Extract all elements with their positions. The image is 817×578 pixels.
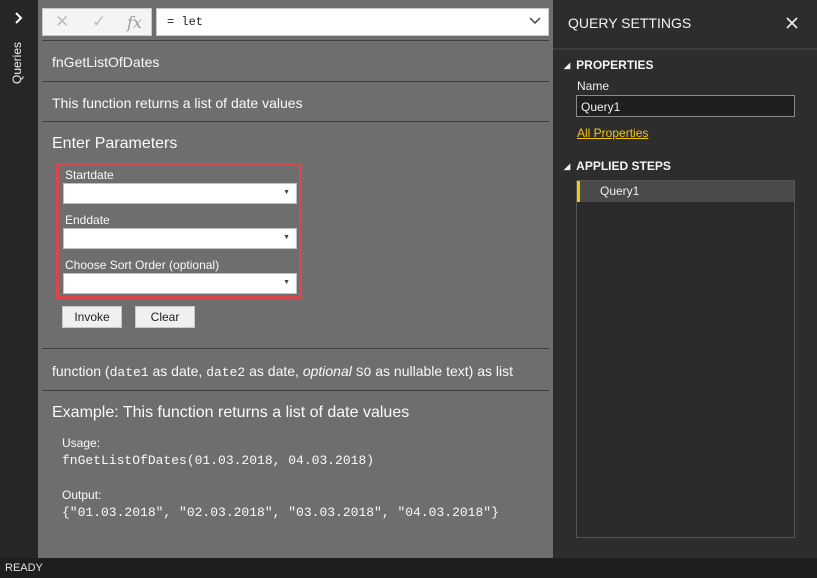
function-signature: function (date1 as date, date2 as date, … [52, 363, 513, 380]
usage-label: Usage: [62, 436, 101, 450]
name-label: Name [577, 79, 610, 93]
chevron-right-icon[interactable] [9, 8, 29, 28]
query-name-input[interactable]: Query1 [576, 95, 795, 117]
status-text: READY [5, 562, 43, 574]
formula-bar: ✕ ✓ fx = let [42, 8, 549, 36]
power-query-editor: Queries ✕ ✓ fx = let fnGetListOfDates Th… [0, 0, 817, 578]
example-title: Example: This function returns a list of… [52, 404, 410, 421]
parameters-title: Enter Parameters [52, 135, 178, 152]
formula-input[interactable]: = let [156, 8, 549, 36]
startdate-label: Startdate [65, 168, 114, 182]
function-name: fnGetListOfDates [52, 54, 160, 70]
formula-bar-actions: ✕ ✓ fx [42, 8, 152, 36]
divider [553, 48, 817, 50]
all-properties-link[interactable]: All Properties [577, 126, 648, 140]
parameters-highlight-box: Startdate ▼ Enddate ▼ Choose Sort Order … [56, 163, 302, 299]
check-icon[interactable]: ✓ [92, 12, 106, 32]
collapse-triangle-icon: ◢ [564, 61, 571, 70]
clear-button[interactable]: Clear [135, 306, 195, 328]
close-icon[interactable] [783, 14, 801, 32]
sort-order-label: Choose Sort Order (optional) [65, 258, 220, 272]
query-name-value: Query1 [581, 100, 621, 114]
query-settings-title: QUERY SETTINGS [568, 15, 692, 31]
invoke-button[interactable]: Invoke [62, 306, 122, 328]
divider [42, 390, 549, 391]
divider [42, 121, 549, 122]
query-settings-pane: QUERY SETTINGS ◢ PROPERTIES Name Query1 A… [553, 0, 817, 558]
queries-label: Queries [10, 41, 24, 84]
divider [42, 40, 549, 41]
function-preview-pane: ✕ ✓ fx = let fnGetListOfDates This funct… [38, 0, 553, 558]
dropdown-caret-icon: ▼ [283, 234, 290, 241]
close-icon[interactable]: ✕ [55, 12, 69, 32]
queries-rail: Queries [0, 0, 38, 558]
sort-order-select[interactable]: ▼ [63, 273, 297, 294]
output-label: Output: [62, 488, 102, 502]
divider [42, 81, 549, 82]
param-date1: date1 [109, 365, 149, 380]
dropdown-caret-icon: ▼ [283, 279, 290, 286]
divider [42, 348, 549, 349]
startdate-field[interactable]: ▼ [63, 183, 297, 204]
param-so: SO [355, 365, 372, 380]
chevron-down-icon[interactable] [528, 14, 542, 28]
param-date2: date2 [206, 365, 246, 380]
collapse-triangle-icon: ◢ [564, 162, 571, 171]
formula-text: = let [167, 15, 204, 29]
queries-pane-toggle[interactable]: Queries [6, 40, 32, 100]
optional-keyword: optional [302, 363, 352, 379]
applied-step-item[interactable]: Query1 [577, 181, 794, 202]
function-description: This function returns a list of date val… [52, 95, 303, 111]
fx-icon[interactable]: fx [127, 13, 142, 32]
applied-step-label: Query1 [600, 184, 640, 198]
properties-header[interactable]: ◢ PROPERTIES [564, 58, 654, 72]
output-code: {"01.03.2018", "02.03.2018", "03.03.2018… [62, 505, 499, 520]
enddate-field[interactable]: ▼ [63, 228, 297, 249]
applied-steps-header[interactable]: ◢ APPLIED STEPS [564, 159, 671, 173]
usage-code: fnGetListOfDates(01.03.2018, 04.03.2018) [62, 453, 375, 468]
applied-steps-list: Query1 [576, 180, 795, 538]
status-bar: READY [0, 558, 817, 578]
enddate-label: Enddate [65, 213, 110, 227]
dropdown-caret-icon: ▼ [283, 189, 290, 196]
